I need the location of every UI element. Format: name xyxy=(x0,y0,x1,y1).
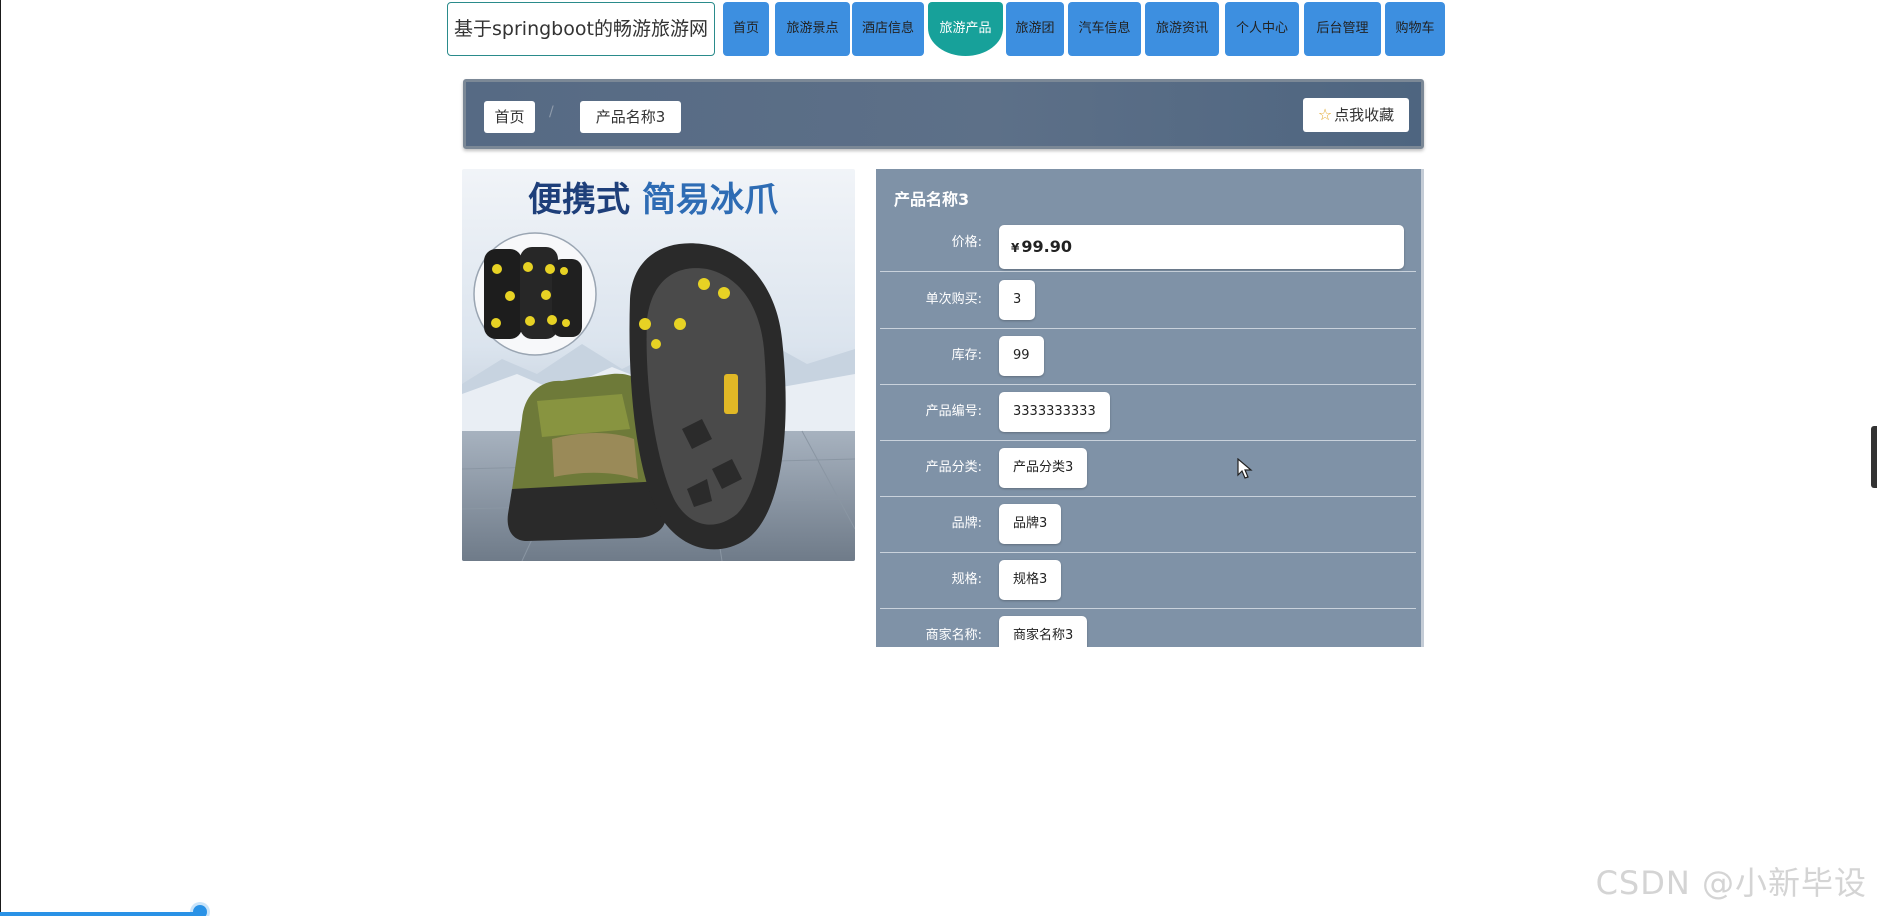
merchant-value: 商家名称3 xyxy=(999,616,1088,647)
brand-value: 品牌3 xyxy=(999,504,1062,544)
currency-symbol: ¥ xyxy=(1011,241,1020,255)
product-name-heading: 产品名称3 xyxy=(894,190,970,209)
breadcrumb-current[interactable]: 产品名称3 xyxy=(580,101,681,133)
favorite-button[interactable]: ☆ 点我收藏 xyxy=(1303,98,1409,132)
nav-news[interactable]: 旅游资讯 xyxy=(1145,2,1219,56)
nav-profile[interactable]: 个人中心 xyxy=(1225,2,1299,56)
nav-admin[interactable]: 后台管理 xyxy=(1304,2,1381,56)
stock-label: 库存: xyxy=(951,348,982,363)
product-detail-panel: 产品名称3 价格: ¥99.90 单次购买: 3 库存: 99 产品编号: 33… xyxy=(876,169,1424,647)
category-value: 产品分类3 xyxy=(999,448,1088,488)
brand-label: 品牌: xyxy=(951,516,982,531)
window-left-border xyxy=(0,0,1,916)
detail-row-brand: 品牌: 品牌3 xyxy=(880,496,1416,553)
spec-label: 规格: xyxy=(951,572,982,587)
single-purchase-label: 单次购买: xyxy=(925,292,982,307)
favorite-label: 点我收藏 xyxy=(1334,106,1395,124)
video-progress-bar[interactable] xyxy=(0,912,200,916)
page-scrollbar[interactable] xyxy=(1871,426,1877,488)
price-value-box: ¥99.90 xyxy=(999,225,1404,269)
single-purchase-value: 3 xyxy=(999,280,1036,320)
progress-handle[interactable] xyxy=(193,905,207,916)
nav-tour-groups[interactable]: 旅游团 xyxy=(1006,2,1064,56)
nav-home[interactable]: 首页 xyxy=(723,2,769,56)
nav-cars[interactable]: 汽车信息 xyxy=(1068,2,1141,56)
site-title[interactable]: 基于springboot的畅游旅游网 xyxy=(447,2,715,56)
price-value: 99.90 xyxy=(1021,237,1072,256)
breadcrumb-separator: / xyxy=(549,104,554,120)
watermark: CSDN @小新毕设 xyxy=(1595,864,1867,902)
nav-products[interactable]: 旅游产品 xyxy=(928,2,1003,56)
image-headline-a: 便携式 xyxy=(528,180,630,220)
detail-row-product-code: 产品编号: 3333333333 xyxy=(880,384,1416,441)
nav-attractions[interactable]: 旅游景点 xyxy=(775,2,850,56)
product-image: 便携式 简易冰爪 xyxy=(462,169,855,561)
nav-cart[interactable]: 购物车 xyxy=(1385,2,1445,56)
detail-row-spec: 规格: 规格3 xyxy=(880,552,1416,609)
price-label: 价格: xyxy=(951,235,982,250)
image-headline-b: 简易冰爪 xyxy=(642,180,778,220)
mouse-pointer-icon xyxy=(1237,458,1253,479)
detail-row-price: 价格: ¥99.90 xyxy=(880,215,1416,272)
detail-row-category: 产品分类: 产品分类3 xyxy=(880,440,1416,497)
merchant-label: 商家名称: xyxy=(925,628,982,643)
detail-row-merchant: 商家名称: 商家名称3 xyxy=(880,608,1416,647)
stock-value: 99 xyxy=(999,336,1044,376)
category-label: 产品分类: xyxy=(925,460,982,475)
breadcrumb-bar: 首页 / 产品名称3 ☆ 点我收藏 xyxy=(463,79,1424,149)
spec-value: 规格3 xyxy=(999,560,1062,600)
detail-row-single-purchase: 单次购买: 3 xyxy=(880,272,1416,329)
product-code-value: 3333333333 xyxy=(999,392,1110,432)
breadcrumb-home[interactable]: 首页 xyxy=(484,101,535,133)
product-code-label: 产品编号: xyxy=(925,404,982,419)
detail-row-stock: 库存: 99 xyxy=(880,328,1416,385)
nav-hotels[interactable]: 酒店信息 xyxy=(852,2,924,56)
star-icon: ☆ xyxy=(1317,105,1333,124)
page: 基于springboot的畅游旅游网 首页 旅游景点 酒店信息 旅游产品 旅游团… xyxy=(0,0,1877,916)
